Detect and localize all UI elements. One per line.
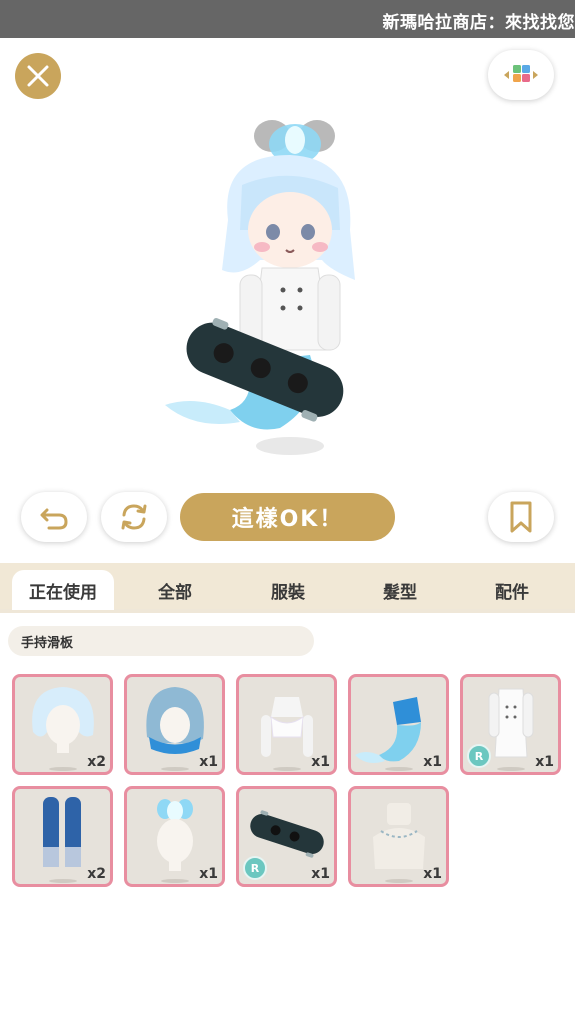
color-grid-icon [504,65,538,82]
tab-hairstyle[interactable]: 髮型 [350,570,450,610]
close-button[interactable] [15,53,61,99]
bookmark-button[interactable] [488,492,554,542]
item-blue-gradient-hair[interactable]: x1 [124,674,225,775]
item-count: x2 [87,866,106,882]
close-icon [27,65,49,87]
item-count: x1 [311,866,330,882]
bookmark-icon [510,501,532,533]
item-blue-flame-hair-accessory[interactable]: x1 [124,786,225,887]
tab-accessories[interactable]: 配件 [462,570,562,610]
item-light-blue-bob-hair[interactable]: x2 [12,674,113,775]
dress-up-screen: 新瑪哈拉商店：來找找您 這樣OK！ 正在使用 全部 服裝 髮型 配件 手持滑板 … [0,0,575,1024]
refresh-button[interactable] [101,492,167,542]
undo-icon [40,508,68,530]
item-blue-gradient-leggings[interactable]: x2 [12,786,113,887]
undo-button[interactable] [21,492,87,542]
avatar-preview [165,120,355,455]
category-filter-chip[interactable]: 手持滑板 [8,626,314,656]
item-white-crop-top[interactable]: x1 [236,674,337,775]
tab-all[interactable]: 全部 [125,570,225,610]
refresh-icon [121,504,147,530]
tab-in-use[interactable]: 正在使用 [12,570,114,610]
layout-menu-button[interactable] [488,50,554,100]
item-count: x2 [87,754,106,770]
tab-clothing[interactable]: 服裝 [238,570,338,610]
item-cat-skateboard[interactable]: R x1 [236,786,337,887]
item-count: x1 [423,754,442,770]
confirm-ok-button[interactable]: 這樣OK！ [180,493,395,541]
item-count: x1 [199,754,218,770]
item-count: x1 [423,866,442,882]
item-white-chef-coat[interactable]: R x1 [460,674,561,775]
item-count: x1 [199,866,218,882]
item-mermaid-tail-outfit[interactable]: x1 [348,674,449,775]
rarity-badge: R [467,744,491,768]
announcement-banner: 新瑪哈拉商店：來找找您 [0,0,575,38]
item-count: x1 [311,754,330,770]
rarity-badge: R [243,856,267,880]
item-count: x1 [535,754,554,770]
item-white-knit-turtleneck[interactable]: x1 [348,786,449,887]
announcement-text: 新瑪哈拉商店：來找找您 [382,13,575,33]
